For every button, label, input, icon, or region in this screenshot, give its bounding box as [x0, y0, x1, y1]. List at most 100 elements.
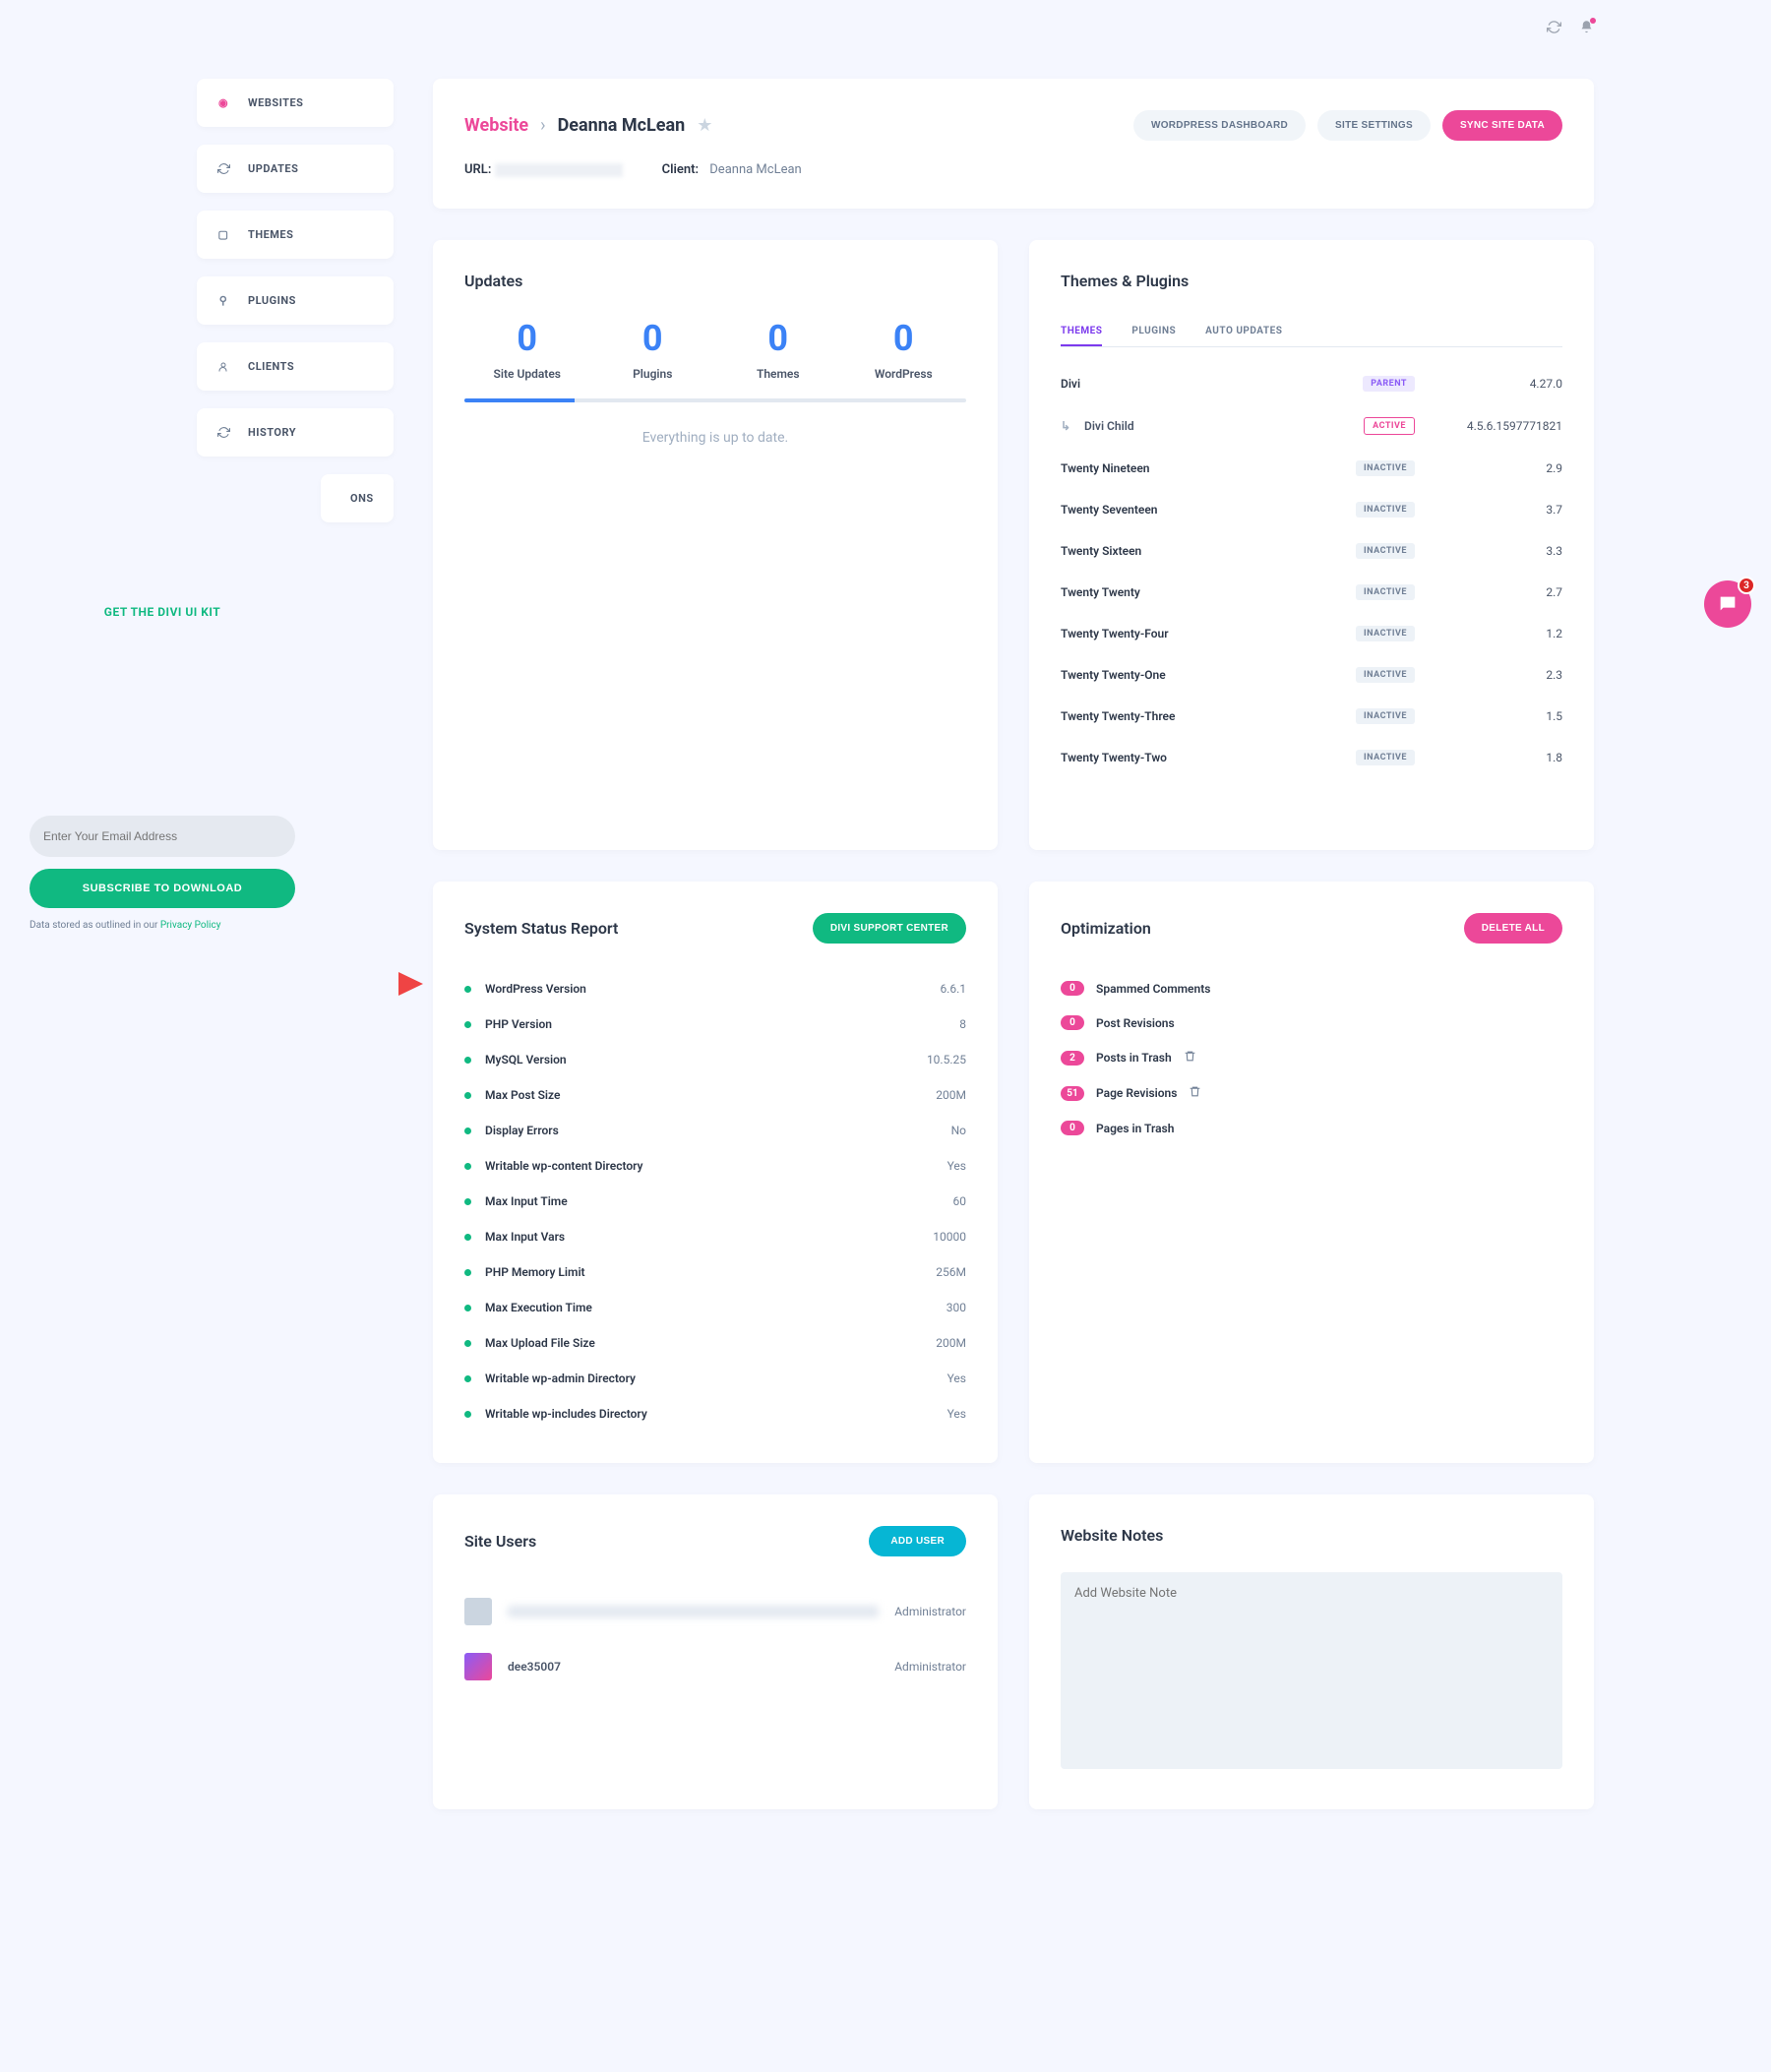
breadcrumb: Website › Deanna McLean ★ [464, 115, 712, 136]
status-value: 300 [947, 1301, 966, 1314]
theme-name: Twenty Twenty-One [1061, 668, 1336, 682]
update-cell: 0 Site Updates [464, 318, 590, 381]
theme-name: Twenty Twenty-Four [1061, 627, 1336, 640]
status-badge: ACTIVE [1364, 417, 1415, 435]
status-key: MySQL Version [485, 1053, 927, 1066]
trash-icon[interactable] [1184, 1050, 1196, 1066]
theme-row[interactable]: Twenty Twenty-ThreeINACTIVE1.5 [1061, 696, 1562, 737]
user-role: Administrator [894, 1605, 966, 1618]
avatar [464, 1653, 492, 1680]
tab-plugins[interactable]: PLUGINS [1131, 318, 1176, 346]
status-row: Display ErrorsNo [464, 1113, 966, 1148]
status-key: Max Post Size [485, 1088, 936, 1102]
optimization-label: Post Revisions [1096, 1016, 1175, 1030]
status-row: Max Post Size200M [464, 1077, 966, 1113]
user-icon [216, 361, 230, 373]
theme-row[interactable]: DiviPARENT4.27.0 [1061, 363, 1562, 404]
trash-icon[interactable] [1189, 1085, 1201, 1101]
sidebar-item-label: CLIENTS [248, 360, 294, 373]
sidebar-item-label: UPDATES [248, 162, 298, 175]
url-label: URL: [464, 162, 491, 177]
wp-dashboard-button[interactable]: WORDPRESS DASHBOARD [1133, 110, 1306, 141]
sidebar-item-history[interactable]: HISTORY [197, 408, 394, 457]
status-value: 200M [936, 1088, 966, 1102]
user-row[interactable]: Administrator [464, 1584, 966, 1639]
optimization-card: Optimization DELETE ALL 0Spammed Comment… [1029, 882, 1594, 1463]
chat-fab[interactable]: 3 [1704, 580, 1751, 628]
status-key: Display Errors [485, 1124, 951, 1137]
theme-row[interactable]: Twenty Twenty-TwoINACTIVE1.8 [1061, 737, 1562, 778]
updates-card: Updates 0Site Updates0Plugins0Themes0Wor… [433, 240, 998, 850]
status-badge: INACTIVE [1356, 626, 1415, 641]
status-dot-icon [464, 1057, 471, 1064]
sidebar-item-themes[interactable]: ▢ THEMES [197, 211, 394, 259]
add-user-button[interactable]: ADD USER [869, 1526, 966, 1556]
sidebar-item-label: THEMES [248, 228, 293, 241]
status-value: 60 [953, 1194, 967, 1208]
theme-row[interactable]: Twenty NineteenINACTIVE2.9 [1061, 448, 1562, 489]
status-dot-icon [464, 1198, 471, 1205]
status-value: 10000 [933, 1230, 966, 1244]
status-dot-icon [464, 1127, 471, 1134]
tab-auto-updates[interactable]: AUTO UPDATES [1205, 318, 1282, 346]
theme-row[interactable]: ↳Divi ChildACTIVE4.5.6.1597771821 [1061, 404, 1562, 448]
window-icon: ▢ [216, 228, 230, 241]
status-value: 256M [936, 1265, 966, 1279]
status-row: PHP Memory Limit256M [464, 1254, 966, 1290]
star-icon[interactable]: ★ [697, 115, 712, 136]
status-row: Writable wp-admin DirectoryYes [464, 1361, 966, 1396]
notes-input[interactable] [1061, 1572, 1562, 1769]
status-value: 10.5.25 [927, 1053, 966, 1066]
status-badge: PARENT [1363, 376, 1415, 392]
sync-button[interactable]: SYNC SITE DATA [1442, 110, 1562, 141]
sidebar-item-websites[interactable]: ◉ WEBSITES [197, 79, 394, 127]
sidebar-item-clients[interactable]: CLIENTS [197, 342, 394, 391]
status-key: WordPress Version [485, 982, 940, 996]
theme-version: 3.7 [1435, 503, 1562, 517]
sidebar-item-label: HISTORY [248, 426, 296, 439]
sidebar-item-plugins[interactable]: ⚲ PLUGINS [197, 276, 394, 325]
count-badge: 2 [1061, 1051, 1084, 1066]
status-dot-icon [464, 1163, 471, 1170]
tab-themes[interactable]: THEMES [1061, 318, 1102, 346]
email-field[interactable] [30, 816, 295, 857]
sidebar-item-addons[interactable]: ONS [321, 474, 394, 522]
user-row[interactable]: dee35007Administrator [464, 1639, 966, 1694]
privacy-link[interactable]: Privacy Policy [160, 920, 221, 931]
status-value: Yes [947, 1407, 966, 1421]
refresh-icon[interactable] [1547, 20, 1561, 38]
breadcrumb-root[interactable]: Website [464, 115, 528, 136]
site-settings-button[interactable]: SITE SETTINGS [1317, 110, 1431, 141]
website-notes-card: Website Notes [1029, 1494, 1594, 1809]
status-key: PHP Memory Limit [485, 1265, 936, 1279]
sidebar-item-label: WEBSITES [248, 96, 303, 109]
status-badge: INACTIVE [1356, 460, 1415, 476]
delete-all-button[interactable]: DELETE ALL [1464, 913, 1562, 944]
theme-row[interactable]: Twenty TwentyINACTIVE2.7 [1061, 572, 1562, 613]
client-value: Deanna McLean [709, 162, 801, 177]
notes-title: Website Notes [1061, 1526, 1562, 1545]
status-dot-icon [464, 1269, 471, 1276]
divi-support-button[interactable]: DIVI SUPPORT CENTER [813, 913, 966, 944]
theme-row[interactable]: Twenty SeventeenINACTIVE3.7 [1061, 489, 1562, 530]
chat-badge: 3 [1738, 577, 1755, 594]
status-key: Writable wp-content Directory [485, 1159, 947, 1173]
status-badge: INACTIVE [1356, 750, 1415, 765]
status-badge: INACTIVE [1356, 584, 1415, 600]
bell-icon[interactable] [1579, 20, 1594, 38]
subscribe-button[interactable]: SUBSCRIBE TO DOWNLOAD [30, 869, 295, 908]
status-dot-icon [464, 1234, 471, 1241]
status-dot-icon [464, 1375, 471, 1382]
promo-panel: GET THE DIVI UI KIT SUBSCRIBE TO DOWNLOA… [0, 585, 325, 960]
update-label: Site Updates [464, 367, 590, 381]
update-count: 0 [464, 318, 590, 359]
sidebar-item-updates[interactable]: UPDATES [197, 145, 394, 193]
theme-row[interactable]: Twenty SixteenINACTIVE3.3 [1061, 530, 1562, 572]
update-label: WordPress [841, 367, 967, 381]
updates-message: Everything is up to date. [464, 430, 966, 446]
theme-version: 4.27.0 [1435, 377, 1562, 391]
theme-row[interactable]: Twenty Twenty-FourINACTIVE1.2 [1061, 613, 1562, 654]
theme-row[interactable]: Twenty Twenty-OneINACTIVE2.3 [1061, 654, 1562, 696]
status-dot-icon [464, 1411, 471, 1418]
count-badge: 0 [1061, 981, 1084, 996]
